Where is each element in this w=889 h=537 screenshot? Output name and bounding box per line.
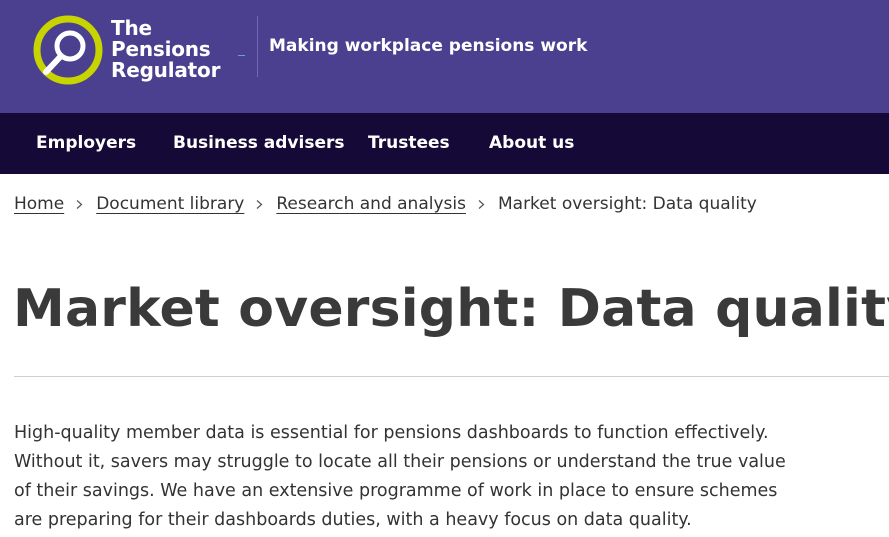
breadcrumb-research-link[interactable]: Research and analysis xyxy=(276,194,466,214)
breadcrumb-home-link[interactable]: Home xyxy=(14,194,64,214)
pensions-regulator-logo-icon xyxy=(33,15,103,85)
nav-item-trustees[interactable]: Trustees xyxy=(368,133,450,153)
nav-item-employers[interactable]: Employers xyxy=(36,133,136,153)
title-divider xyxy=(14,376,889,377)
logo-line-2: Pensions xyxy=(111,37,211,61)
logo-link-underline xyxy=(238,55,245,56)
breadcrumb-document-library-link[interactable]: Document library xyxy=(96,194,244,214)
nav-item-about-us[interactable]: About us xyxy=(489,133,574,153)
chevron-right-icon xyxy=(256,199,263,209)
breadcrumb-current-page: Market oversight: Data quality xyxy=(497,194,757,214)
main-navigation: Employers Business advisers Trustees Abo… xyxy=(0,113,889,174)
header-divider xyxy=(257,16,258,77)
chevron-right-icon xyxy=(76,199,83,209)
logo-line-1: The xyxy=(111,16,152,40)
breadcrumb: Home Document library Research and analy… xyxy=(14,192,757,216)
logo-wordmark: The Pensions Regulator xyxy=(111,18,220,81)
chevron-right-icon xyxy=(478,199,485,209)
logo-line-3: Regulator xyxy=(111,58,221,82)
nav-item-business-advisers[interactable]: Business advisers xyxy=(173,133,345,153)
site-header: The Pensions Regulator Making workplace … xyxy=(0,0,889,113)
page-title: Market oversight: Data quality xyxy=(13,279,889,339)
home-logo-link[interactable]: The Pensions Regulator xyxy=(32,14,247,86)
site-tagline: Making workplace pensions work xyxy=(269,36,588,56)
intro-paragraph: High-quality member data is essential fo… xyxy=(14,423,786,530)
